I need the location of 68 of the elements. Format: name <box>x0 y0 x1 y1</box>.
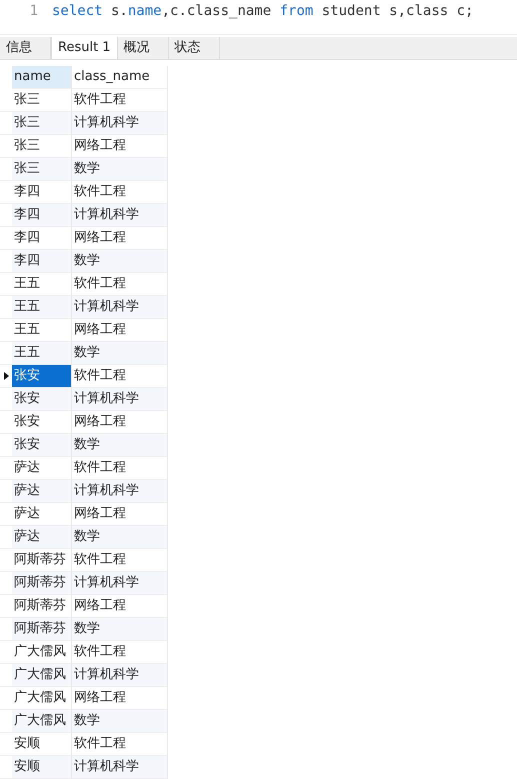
table-cell: 网络工程 <box>72 135 168 158</box>
table-cell: 张安 <box>12 388 72 411</box>
table-cell: 广大儒风 <box>12 710 72 733</box>
table-cell: 软件工程 <box>72 273 168 296</box>
table-cell: 李四 <box>12 204 72 227</box>
table-cell: 张安 <box>12 411 72 434</box>
table-cell: 李四 <box>12 181 72 204</box>
table-cell: 软件工程 <box>72 365 168 388</box>
table-cell: 阿斯蒂芬 <box>12 549 72 572</box>
line-number: 1 <box>28 2 38 20</box>
table-cell: 数学 <box>72 250 168 273</box>
table-cell: 软件工程 <box>72 457 168 480</box>
table-cell: 萨达 <box>12 526 72 549</box>
table-cell: 张安 <box>12 365 72 388</box>
table-cell: 计算机科学 <box>72 664 168 687</box>
table-cell: 阿斯蒂芬 <box>12 618 72 641</box>
table-cell: 张三 <box>12 89 72 112</box>
table-cell: 广大儒风 <box>12 664 72 687</box>
table-cell: 萨达 <box>12 480 72 503</box>
tab[interactable]: 状态 <box>168 37 220 59</box>
table-cell: 李四 <box>12 227 72 250</box>
table-cell: 数学 <box>72 434 168 457</box>
table-cell: 数学 <box>72 710 168 733</box>
table-cell: 李四 <box>12 250 72 273</box>
table-cell: 软件工程 <box>72 549 168 572</box>
tab[interactable]: 概况 <box>118 37 169 59</box>
table-cell: 网络工程 <box>72 319 168 342</box>
table-cell: 阿斯蒂芬 <box>12 595 72 618</box>
table-cell: 软件工程 <box>72 733 168 756</box>
tab[interactable]: Result 1 <box>51 37 118 59</box>
table-cell: 计算机科学 <box>72 756 168 779</box>
column-header[interactable]: class_name <box>72 66 168 89</box>
table-cell: 软件工程 <box>72 181 168 204</box>
table-cell: 阿斯蒂芬 <box>12 572 72 595</box>
table-cell: 网络工程 <box>72 687 168 710</box>
table-cell: 网络工程 <box>72 411 168 434</box>
table-cell: 计算机科学 <box>72 480 168 503</box>
table-cell: 安顺 <box>12 733 72 756</box>
table-cell: 张三 <box>12 158 72 181</box>
table-cell: 计算机科学 <box>72 112 168 135</box>
table-cell: 计算机科学 <box>72 296 168 319</box>
table-cell: 网络工程 <box>72 595 168 618</box>
table-cell: 计算机科学 <box>72 572 168 595</box>
row-pointer-icon <box>4 372 8 380</box>
table-cell: 软件工程 <box>72 89 168 112</box>
sql-code[interactable]: select s.name,c.class_name from student s,class c; <box>52 2 474 20</box>
column-header[interactable]: name <box>12 66 72 89</box>
table-cell: 王五 <box>12 319 72 342</box>
table-cell: 计算机科学 <box>72 388 168 411</box>
table-cell: 数学 <box>72 618 168 641</box>
table-cell: 数学 <box>72 526 168 549</box>
table-cell: 萨达 <box>12 457 72 480</box>
table-cell: 张三 <box>12 112 72 135</box>
table-cell: 网络工程 <box>72 503 168 526</box>
table-cell: 数学 <box>72 342 168 365</box>
table-cell: 软件工程 <box>72 641 168 664</box>
table-cell: 萨达 <box>12 503 72 526</box>
table-cell: 张安 <box>12 434 72 457</box>
table-cell: 广大儒风 <box>12 687 72 710</box>
table-cell: 王五 <box>12 342 72 365</box>
table-cell: 数学 <box>72 158 168 181</box>
table-cell: 计算机科学 <box>72 204 168 227</box>
table-cell: 张三 <box>12 135 72 158</box>
table-cell: 安顺 <box>12 756 72 779</box>
table-cell: 网络工程 <box>72 227 168 250</box>
table-cell: 广大儒风 <box>12 641 72 664</box>
table-cell: 王五 <box>12 273 72 296</box>
table-cell: 王五 <box>12 296 72 319</box>
